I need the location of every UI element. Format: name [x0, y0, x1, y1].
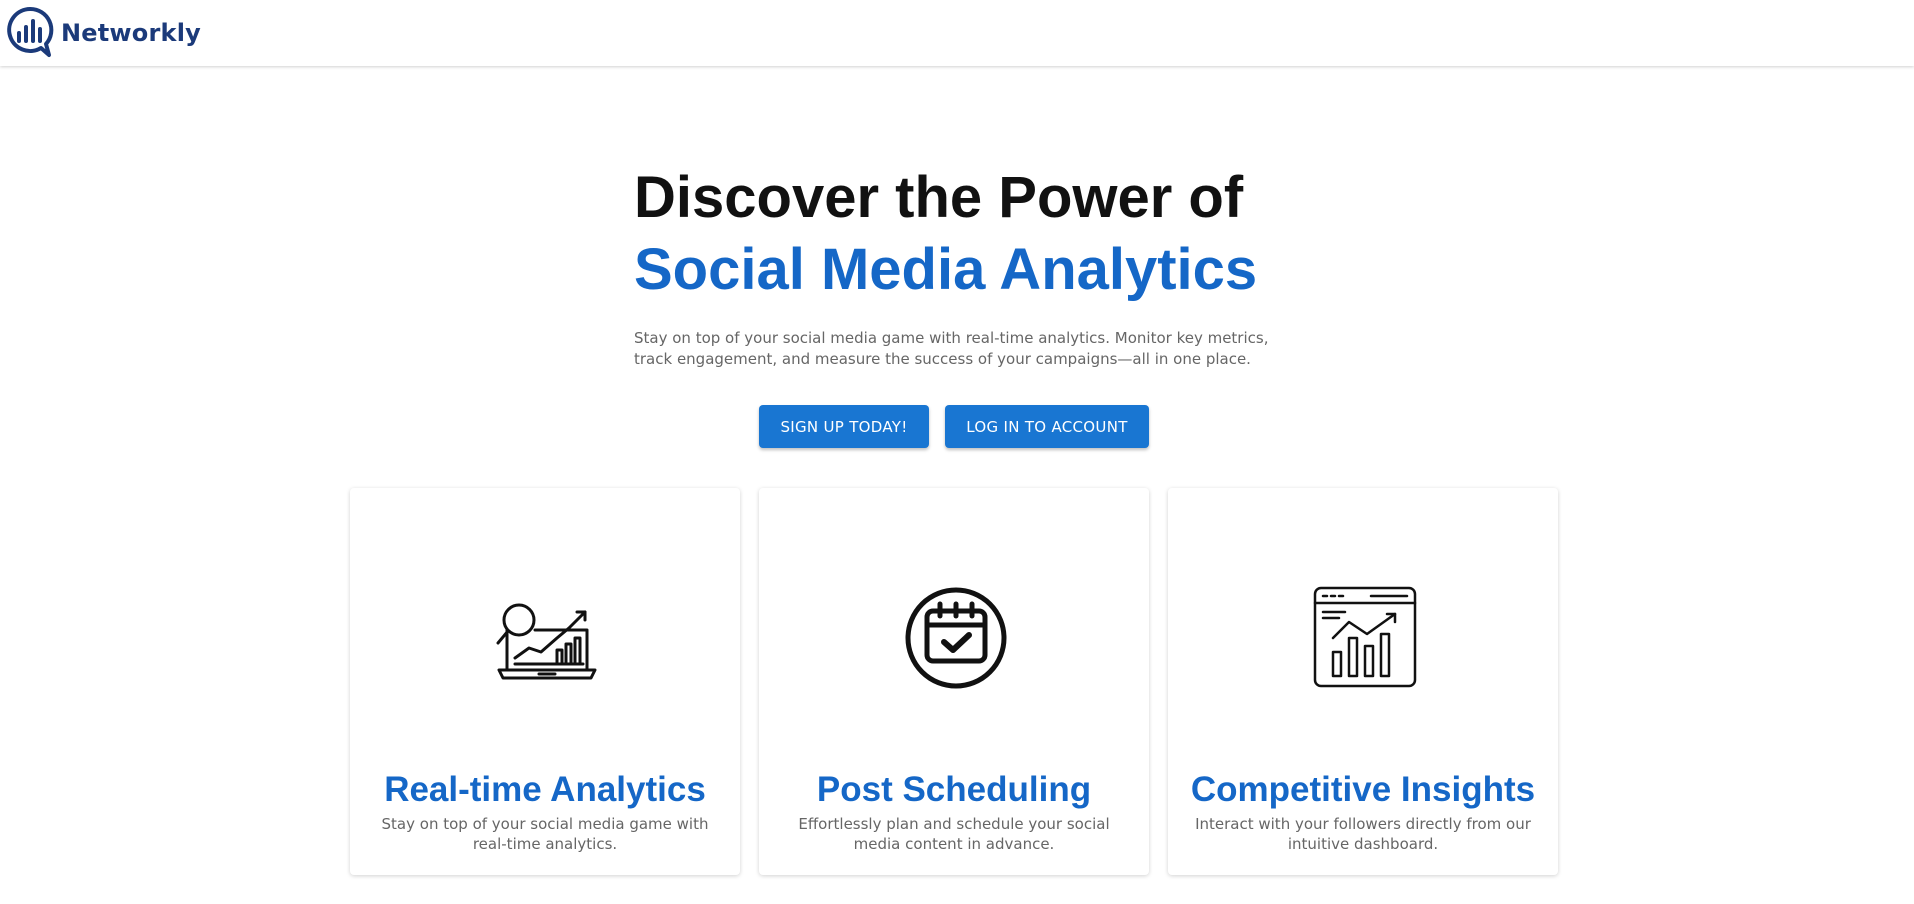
chat-bubble-bar-chart-icon: [7, 6, 54, 57]
feature-description: Effortlessly plan and schedule your soci…: [798, 815, 1110, 853]
feature-title: Competitive Insights: [1190, 770, 1536, 809]
feature-description: Stay on top of your social media game wi…: [381, 815, 709, 853]
feature-card-competitive-insights: Competitive Insights Interact with your …: [1168, 488, 1558, 875]
hero-section: Discover the Power of Social Media Analy…: [634, 162, 1314, 370]
laptop-analytics-icon: [496, 603, 597, 680]
hero-title-line1: Discover the Power of: [634, 165, 1244, 230]
brand[interactable]: Networkly: [5, 5, 201, 61]
calendar-check-icon: [905, 587, 1007, 689]
cta-buttons: SIGN UP TODAY! LOG IN TO ACCOUNT: [759, 405, 1149, 448]
hero-description: Stay on top of your social media game wi…: [634, 329, 1269, 368]
log-in-button[interactable]: LOG IN TO ACCOUNT: [945, 405, 1149, 448]
feature-title: Real-time Analytics: [384, 770, 706, 809]
feature-card-post-scheduling: Post Scheduling Effortlessly plan and sc…: [759, 488, 1149, 875]
sign-up-button[interactable]: SIGN UP TODAY!: [759, 405, 929, 448]
feature-description: Interact with your followers directly fr…: [1195, 815, 1531, 853]
hero-title-highlight: Social Media Analytics: [634, 237, 1258, 302]
browser-chart-icon: [1313, 586, 1417, 688]
feature-card-realtime-analytics: Real-time Analytics Stay on top of your …: [350, 488, 740, 875]
feature-cards: Real-time Analytics Stay on top of your …: [350, 488, 1558, 875]
feature-title: Post Scheduling: [816, 770, 1092, 809]
hero-title: Discover the Power of Social Media Analy…: [634, 162, 1314, 306]
brand-name: Networkly: [61, 19, 201, 47]
top-app-bar: Networkly: [0, 0, 1914, 66]
